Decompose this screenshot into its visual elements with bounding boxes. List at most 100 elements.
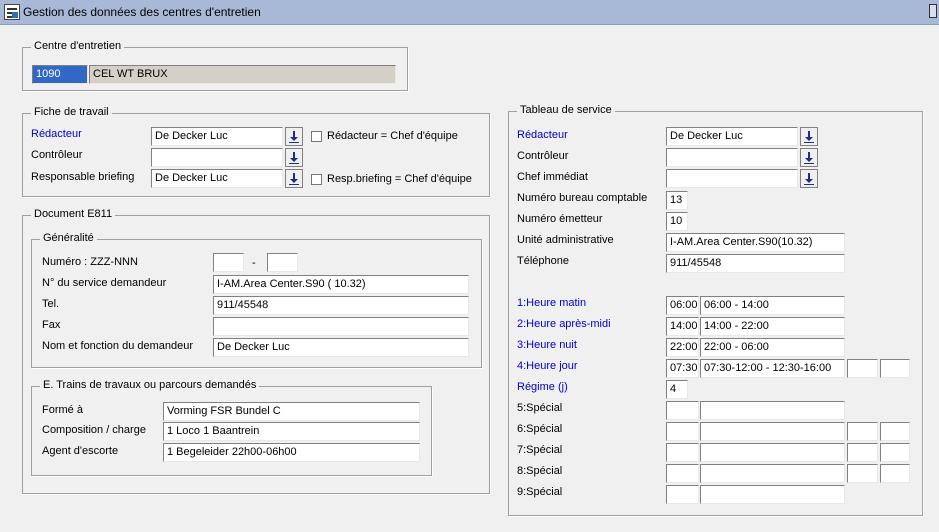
fiche-resp-chef-label: Resp.briefing = Chef d'équipe <box>327 173 472 185</box>
agent-field[interactable]: 1 Begeleider 22h00-06h00 <box>163 443 420 462</box>
special-value-field[interactable] <box>700 464 845 483</box>
fiche-redacteur-field[interactable]: De Decker Luc <box>151 127 283 146</box>
fiche-resp-label: Responsable briefing <box>31 171 135 183</box>
tab-redacteur-field[interactable]: De Decker Luc <box>666 127 798 146</box>
special-extra-field[interactable] <box>847 422 878 441</box>
fiche-resp-chef-checkbox[interactable] <box>311 174 322 185</box>
fiche-resp-lookup-button[interactable] <box>285 169 303 188</box>
special-value-field[interactable] <box>700 422 845 441</box>
fax-label: Fax <box>42 319 61 331</box>
special-label: 9:Spécial <box>517 486 563 498</box>
special-extra-field[interactable] <box>847 464 878 483</box>
gen-tel-label: Tel. <box>42 298 60 310</box>
heure-value-field[interactable]: 07:30-12:00 - 12:30-16:00 <box>700 359 845 378</box>
fiche-controleur-field[interactable] <box>151 148 283 167</box>
special-extra-field[interactable] <box>880 464 910 483</box>
tab-chef-field[interactable] <box>666 169 798 188</box>
regime-field[interactable]: 4 <box>666 380 688 399</box>
document-legend: Document E811 <box>31 208 116 220</box>
centre-name-field: CEL WT BRUX <box>89 65 396 84</box>
download-arrow-icon <box>289 172 299 185</box>
special-extra-field[interactable] <box>847 443 878 462</box>
special-label: 6:Spécial <box>517 423 563 435</box>
tab-redacteur-lookup-button[interactable] <box>800 127 818 146</box>
special-value-field[interactable] <box>700 401 845 420</box>
trains-legend: E. Trains de travaux ou parcours demandé… <box>40 379 260 391</box>
unite-field[interactable]: I-AM.Area Center.S90(10.32) <box>666 233 845 252</box>
special-code-field[interactable] <box>666 401 699 420</box>
fiche-legend: Fiche de travail <box>31 106 112 118</box>
special-code-field[interactable] <box>666 485 699 504</box>
download-arrow-icon <box>289 130 299 143</box>
numero-part1-field[interactable] <box>213 253 244 272</box>
download-arrow-icon <box>804 172 814 185</box>
nom-field[interactable]: De Decker Luc <box>213 338 469 357</box>
numero-label: Numéro : ZZZ-NNN <box>42 256 138 268</box>
tab-controleur-field[interactable] <box>666 148 798 167</box>
special-code-field[interactable] <box>666 422 699 441</box>
heure-label: 2:Heure après-midi <box>517 318 611 330</box>
special-label: 7:Spécial <box>517 444 563 456</box>
special-extra-field[interactable] <box>880 422 910 441</box>
centre-legend: Centre d'entretien <box>31 40 125 52</box>
nom-label: Nom et fonction du demandeur <box>42 340 194 352</box>
special-code-field[interactable] <box>666 464 699 483</box>
heure-extra-field[interactable] <box>847 359 878 378</box>
special-code-field[interactable] <box>666 443 699 462</box>
download-arrow-icon <box>804 130 814 143</box>
fiche-redacteur-label: Rédacteur <box>31 128 82 140</box>
tab-tel-field[interactable]: 911/45548 <box>666 254 845 273</box>
forme-field[interactable]: Vorming FSR Bundel C <box>163 402 420 421</box>
form-window-icon <box>4 4 20 20</box>
tab-chef-label: Chef immédiat <box>517 171 588 183</box>
fax-field[interactable] <box>213 317 469 336</box>
tableau-legend: Tableau de service <box>517 104 615 116</box>
bureau-label: Numéro bureau comptable <box>517 192 648 204</box>
tab-controleur-label: Contrôleur <box>517 150 569 162</box>
heure-code-field[interactable]: 14:00 <box>666 317 699 336</box>
special-value-field[interactable] <box>700 485 845 504</box>
fiche-controleur-label: Contrôleur <box>31 149 83 161</box>
heure-code-field[interactable]: 07:30 <box>666 359 699 378</box>
special-label: 8:Spécial <box>517 465 563 477</box>
regime-label: Régime (j) <box>517 381 568 393</box>
download-arrow-icon <box>289 151 299 164</box>
heure-value-field[interactable]: 06:00 - 14:00 <box>700 296 845 315</box>
heure-value-field[interactable]: 14:00 - 22:00 <box>700 317 845 336</box>
generalite-legend: Généralité <box>40 232 97 244</box>
forme-label: Formé à <box>42 404 83 416</box>
emetteur-label: Numéro émetteur <box>517 213 603 225</box>
bureau-field[interactable]: 13 <box>666 191 688 210</box>
service-field[interactable]: I-AM.Area Center.S90 ( 10.32) <box>213 275 469 294</box>
tab-controleur-lookup-button[interactable] <box>800 148 818 167</box>
fiche-redacteur-chef-label: Rédacteur = Chef d'équipe <box>327 130 458 142</box>
fiche-controleur-lookup-button[interactable] <box>285 148 303 167</box>
special-extra-field[interactable] <box>880 443 910 462</box>
tab-redacteur-label: Rédacteur <box>517 129 568 141</box>
numero-part2-field[interactable] <box>267 253 298 272</box>
fiche-redacteur-chef-checkbox[interactable] <box>311 131 322 142</box>
tab-chef-lookup-button[interactable] <box>800 169 818 188</box>
emetteur-field[interactable]: 10 <box>666 212 688 231</box>
special-label: 5:Spécial <box>517 402 563 414</box>
compo-field[interactable]: 1 Loco 1 Baantrein <box>163 422 420 441</box>
download-arrow-icon <box>804 151 814 164</box>
numero-separator: - <box>252 257 256 269</box>
title-bar: Gestion des données des centres d'entret… <box>0 0 939 25</box>
heure-code-field[interactable]: 06:00 <box>666 296 699 315</box>
agent-label: Agent d'escorte <box>42 445 119 457</box>
special-value-field[interactable] <box>700 443 845 462</box>
heure-extra-field[interactable] <box>880 359 910 378</box>
compo-label: Composition / charge <box>42 424 146 436</box>
fiche-resp-field[interactable]: De Decker Luc <box>151 169 283 188</box>
window-title: Gestion des données des centres d'entret… <box>23 5 261 19</box>
gen-tel-field[interactable]: 911/45548 <box>213 296 469 315</box>
fiche-redacteur-lookup-button[interactable] <box>285 127 303 146</box>
unite-label: Unité administrative <box>517 234 614 246</box>
tab-tel-label: Téléphone <box>517 255 569 267</box>
heure-value-field[interactable]: 22:00 - 06:00 <box>700 338 845 357</box>
heure-code-field[interactable]: 22:00 <box>666 338 699 357</box>
centre-code-field[interactable]: 1090 <box>32 65 88 84</box>
service-label: N° du service demandeur <box>42 277 167 289</box>
window-control-button[interactable] <box>929 4 937 18</box>
